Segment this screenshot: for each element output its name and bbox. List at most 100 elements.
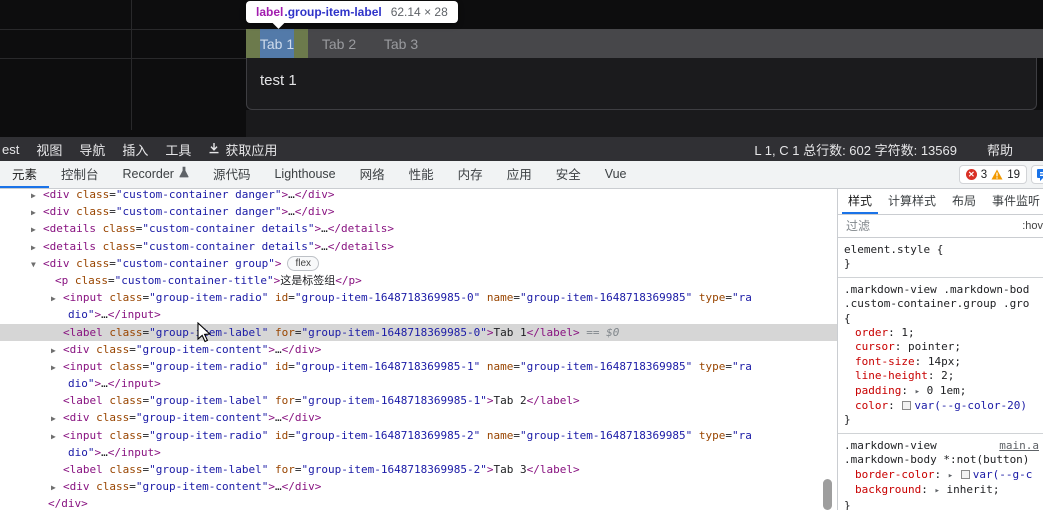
menu-item-视图[interactable]: 视图	[36, 140, 62, 159]
dom-node[interactable]: dio">…</input>	[0, 444, 837, 461]
styles-filter-input[interactable]: 过滤	[838, 219, 870, 233]
style-rule-line[interactable]: background: ▸ inherit;	[844, 483, 1039, 498]
styles-tab-计算样式[interactable]: 计算样式	[882, 189, 942, 214]
preview-tab-3[interactable]: Tab 3	[370, 29, 432, 58]
preview-tab-1[interactable]: Tab 1	[246, 29, 308, 58]
menu-item-label: 视图	[36, 140, 62, 159]
dom-node[interactable]: <p class="custom-container-title">这是标签组<…	[0, 272, 837, 289]
expand-arrow-closed-icon[interactable]: ▶	[31, 221, 43, 238]
expand-arrow-closed-icon[interactable]: ▶	[51, 359, 63, 376]
style-rule-line[interactable]: color: var(--g-color-20)	[844, 399, 1039, 413]
code-token: </details>	[328, 222, 394, 235]
devtools-tab-网络[interactable]: 网络	[348, 161, 397, 188]
dom-node[interactable]: dio">…</input>	[0, 375, 837, 392]
devtools-tab-安全[interactable]: 安全	[544, 161, 593, 188]
style-rule-line[interactable]: font-size: 14px;	[844, 355, 1039, 369]
devtools-tab-Lighthouse[interactable]: Lighthouse	[262, 161, 347, 188]
css-token: }	[844, 499, 851, 510]
code-token: "ra	[732, 429, 752, 442]
dom-node[interactable]: </div>	[0, 495, 837, 510]
code-token: =	[109, 205, 116, 218]
dom-node[interactable]: dio">…</input>	[0, 306, 837, 323]
menu-item-est[interactable]: est	[2, 142, 19, 157]
expand-arrow-closed-icon[interactable]: ▶	[31, 239, 43, 256]
dom-node[interactable]: ▶<div class="custom-container danger">…<…	[0, 203, 837, 220]
color-swatch[interactable]	[902, 401, 911, 410]
style-rule-line[interactable]: .markdown-body *:not(button)	[844, 453, 1039, 467]
elements-scrollbar-thumb[interactable]	[823, 479, 832, 510]
dom-node[interactable]: ▶<details class="custom-container detail…	[0, 220, 837, 237]
dom-node[interactable]: ▶<input class="group-item-radio" id="gro…	[0, 358, 837, 375]
menu-item-导航[interactable]: 导航	[79, 140, 105, 159]
devtools-tab-元素[interactable]: 元素	[0, 161, 49, 188]
color-swatch[interactable]	[961, 470, 970, 479]
devtools-tab-内存[interactable]: 内存	[446, 161, 495, 188]
dom-node-selected[interactable]: <label class="group-item-label" for="gro…	[0, 324, 837, 341]
styles-tab-样式[interactable]: 样式	[842, 189, 878, 214]
style-rule-line[interactable]: line-height: 2;	[844, 369, 1039, 383]
styles-tab-事件监听[interactable]: 事件监听	[986, 189, 1043, 214]
dom-node[interactable]: ▶<input class="group-item-radio" id="gro…	[0, 289, 837, 306]
devtools-tab-控制台[interactable]: 控制台	[49, 161, 111, 188]
preview-tab-2[interactable]: Tab 2	[308, 29, 370, 58]
expand-arrow-closed-icon[interactable]: ▶	[51, 410, 63, 427]
hover-state-toggle[interactable]: :hov	[1022, 215, 1043, 238]
menu-item-工具[interactable]: 工具	[165, 140, 191, 159]
style-rule-line[interactable]: padding: ▸ 0 1em;	[844, 384, 1039, 399]
expand-arrow-closed-icon[interactable]: ▶	[51, 428, 63, 445]
console-status-badges[interactable]: ✕ 3 19	[959, 165, 1027, 184]
help-menu[interactable]: 帮助	[987, 140, 1013, 159]
devtools-tab-Vue[interactable]: Vue	[593, 161, 639, 188]
style-rule-line[interactable]: }	[844, 413, 1039, 427]
style-rule-line[interactable]: border-color: ▸ var(--g-c	[844, 468, 1039, 483]
code-token: class	[109, 360, 142, 373]
css-token: 0 1em;	[920, 384, 966, 397]
dom-node[interactable]: ▶<div class="group-item-content">…</div>	[0, 409, 837, 426]
style-rule-line[interactable]: element.style {	[844, 243, 1039, 257]
expand-arrow-closed-icon[interactable]: ▶	[31, 204, 43, 221]
expand-arrow-open-icon[interactable]: ▼	[31, 256, 43, 273]
dom-node[interactable]: <label class="group-item-label" for="gro…	[0, 392, 837, 409]
dom-node[interactable]: ▶<details class="custom-container detail…	[0, 238, 837, 255]
style-rule-line[interactable]: .custom-container.group .gro	[844, 297, 1039, 311]
devtools-tab-源代码[interactable]: 源代码	[201, 161, 263, 188]
code-token: "custom-container danger"	[116, 189, 282, 201]
code-token: …	[101, 377, 108, 390]
dom-node[interactable]: ▶<div class="custom-container danger">…<…	[0, 189, 837, 203]
menu-item-获取应用[interactable]: 获取应用	[208, 140, 277, 159]
style-rule-line[interactable]: cursor: pointer;	[844, 340, 1039, 354]
menu-item-插入[interactable]: 插入	[122, 140, 148, 159]
flex-badge[interactable]: flex	[287, 256, 319, 271]
style-rule-line[interactable]: .markdown-view .markdown-bod	[844, 283, 1039, 297]
code-token: </div>	[282, 480, 322, 493]
style-rule-line[interactable]: }	[844, 499, 1039, 510]
style-rule-line[interactable]: {	[844, 312, 1039, 326]
style-rule-line[interactable]: .markdown-viewmain.a	[844, 439, 1039, 453]
code-token: <div	[43, 189, 76, 201]
style-rule-line[interactable]: order: 1;	[844, 326, 1039, 340]
code-token: =	[129, 411, 136, 424]
css-token: padding	[855, 384, 901, 397]
code-token	[692, 291, 699, 304]
stylesheet-source-link[interactable]: main.a	[999, 439, 1039, 453]
issues-badge[interactable]	[1031, 165, 1043, 184]
dom-node[interactable]: ▶<input class="group-item-radio" id="gro…	[0, 427, 837, 444]
style-rule-line[interactable]: }	[844, 257, 1039, 271]
code-token: "group-item-content"	[136, 480, 268, 493]
dom-node[interactable]: ▶<div class="group-item-content">…</div>	[0, 341, 837, 358]
expand-arrow-closed-icon[interactable]: ▶	[31, 189, 43, 204]
dom-node[interactable]: ▶<div class="group-item-content">…</div>	[0, 478, 837, 495]
code-token: >	[268, 343, 275, 356]
styles-tab-布局[interactable]: 布局	[946, 189, 982, 214]
devtools-tab-性能[interactable]: 性能	[397, 161, 446, 188]
expand-arrow-closed-icon[interactable]: ▶	[51, 342, 63, 359]
expand-arrow-closed-icon[interactable]: ▶	[51, 479, 63, 496]
expand-arrow-closed-icon[interactable]: ▶	[51, 290, 63, 307]
dom-node[interactable]: <label class="group-item-label" for="gro…	[0, 461, 837, 478]
devtools-tab-label: 性能	[409, 164, 434, 183]
dom-node[interactable]: ▼<div class="custom-container group">fle…	[0, 255, 837, 272]
code-token: =	[129, 480, 136, 493]
devtools-tab-应用[interactable]: 应用	[495, 161, 544, 188]
code-token: =	[288, 291, 295, 304]
devtools-tab-Recorder[interactable]: Recorder	[111, 161, 201, 188]
